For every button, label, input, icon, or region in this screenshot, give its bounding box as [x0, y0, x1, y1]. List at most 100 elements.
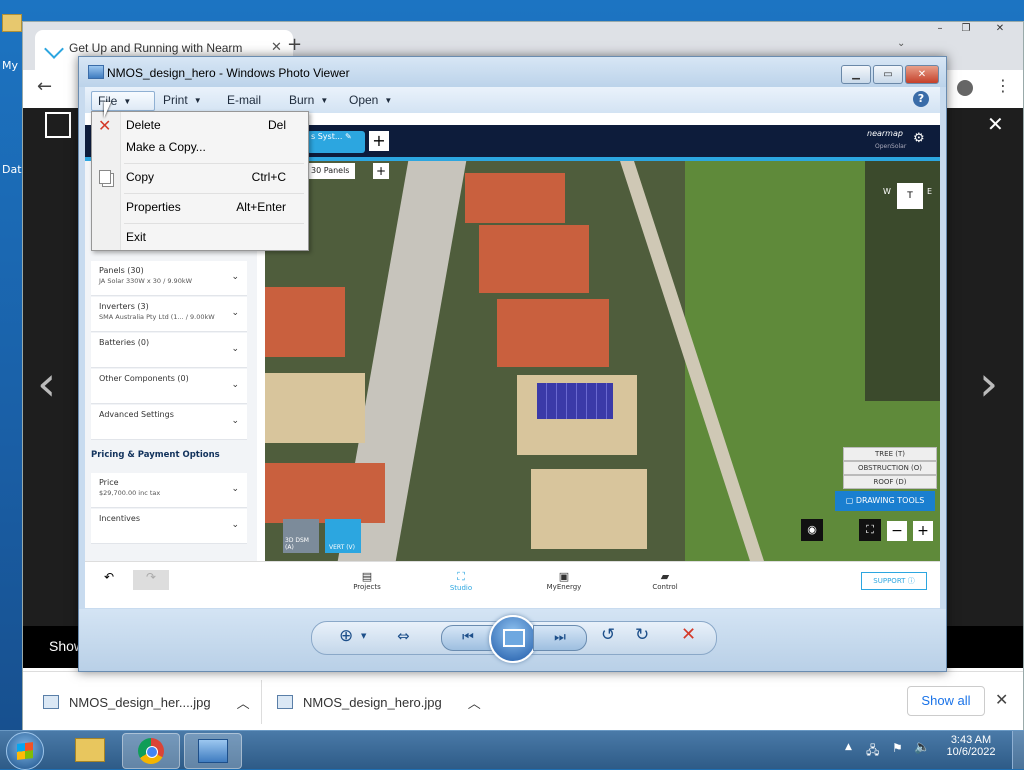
projects-icon: ▤ [361, 570, 373, 583]
view-3d-label: 3D DSM (A) [285, 537, 309, 551]
nav-myenergy[interactable]: ▣ MyEnergy [541, 570, 587, 591]
add-system-button[interactable]: + [369, 131, 389, 151]
clock[interactable]: 3:43 AM 10/6/2022 [936, 734, 1006, 758]
gear-icon[interactable]: ⚙ [913, 131, 925, 146]
delete-icon[interactable]: ✕ [681, 624, 696, 645]
open-menu[interactable]: Open ▼ [349, 91, 392, 109]
folder-icon [2, 14, 22, 32]
rotate-left-icon[interactable]: ↺ [601, 625, 615, 645]
close-button[interactable]: ✕ [905, 65, 939, 84]
help-icon[interactable]: ? [913, 91, 929, 107]
focus-icon[interactable]: ⛶ [859, 519, 881, 541]
sidebar-row-batteries[interactable]: Batteries (0) ⌄ [91, 333, 247, 368]
chevron-down-icon: ▼ [123, 96, 132, 106]
chevron-down-icon: ⌄ [231, 484, 239, 494]
nav-control[interactable]: ▰ Control [645, 570, 685, 591]
desktop-icon-fragment[interactable]: My [0, 10, 22, 80]
view-toggle-button[interactable]: T [897, 183, 923, 209]
network-icon[interactable]: 🖧 [866, 741, 879, 762]
download-item[interactable]: NMOS_design_her....jpg ︿ [43, 680, 250, 724]
chrome-close-button[interactable]: ✕ [985, 23, 1015, 37]
aerial-map[interactable]: 30 Panels + T W E TREE (T) OBSTRUCTION (… [265, 161, 940, 561]
previous-button[interactable]: ⏮ [441, 625, 495, 651]
windows-logo-icon [17, 742, 33, 760]
chrome-minimize-button[interactable]: – [929, 23, 951, 37]
camera-icon[interactable]: ◉ [801, 519, 823, 541]
taskbar-explorer[interactable] [62, 733, 118, 767]
drawing-tools-button[interactable]: ▢ DRAWING TOOLS [835, 491, 935, 511]
show-all-button[interactable]: Show all [907, 686, 985, 716]
project-tab[interactable]: s Syst... ✎ [307, 131, 365, 153]
email-button[interactable]: E-mail [227, 91, 261, 109]
clock-time: 3:43 AM [950, 734, 992, 746]
burn-menu[interactable]: Burn ▼ [289, 91, 328, 109]
opensolar-logo: OpenSolar [875, 143, 907, 150]
redo-button[interactable]: ↷ [133, 570, 169, 590]
file-dropdown-menu: ✕ Delete Del Make a Copy... Copy Ctrl+C … [91, 111, 309, 251]
maximize-button[interactable]: ▭ [873, 65, 903, 84]
drawing-tools-icon: ▢ [845, 496, 854, 505]
menu-separator [124, 193, 304, 194]
sidebar-row-price[interactable]: Price $29,700.00 inc tax ⌄ [91, 473, 247, 508]
undo-button[interactable]: ↶ [91, 570, 127, 590]
menu-item-label: Exit [126, 230, 147, 244]
chevron-down-icon[interactable]: ▼ [361, 632, 366, 640]
sidebar-row-other-components[interactable]: Other Components (0) ⌄ [91, 369, 247, 404]
tab-search-icon[interactable]: ⌄ [897, 38, 905, 49]
desktop-icon-fragment-2[interactable]: Dat [0, 140, 22, 180]
action-center-icon[interactable]: ⚑ [892, 741, 903, 755]
chrome-maximize-button[interactable]: ❐ [955, 23, 977, 37]
roof-tool-button[interactable]: ROOF (D) [843, 475, 937, 489]
nav-projects[interactable]: ▤ Projects [347, 570, 387, 591]
menu-item-exit[interactable]: Exit [126, 230, 300, 250]
profile-icon[interactable] [957, 80, 973, 96]
taskbar-photo-viewer[interactable] [184, 733, 242, 769]
row-title: Inverters (3) [99, 302, 149, 311]
menu-item-make-copy[interactable]: Make a Copy... [126, 140, 300, 160]
taskbar-chrome[interactable] [122, 733, 180, 769]
menu-item-properties[interactable]: Properties Alt+Enter [126, 200, 300, 220]
sidebar-row-inverters[interactable]: Inverters (3) SMA Australia Pty Ltd (1..… [91, 297, 247, 332]
tab-close-icon[interactable]: ✕ [271, 40, 282, 55]
new-tab-button[interactable]: + [287, 34, 302, 55]
studio-icon: ⛶ [457, 570, 465, 583]
chrome-menu-icon[interactable]: ⋮ [995, 76, 1011, 95]
zoom-in-button[interactable]: + [913, 521, 933, 541]
zoom-icon[interactable]: ⊕ [339, 626, 353, 646]
next-arrow-icon[interactable]: › [979, 356, 998, 412]
show-hidden-icons[interactable]: ▲ [845, 742, 852, 752]
downloads-close-icon[interactable]: ✕ [995, 690, 1008, 709]
chevron-up-icon[interactable]: ︿ [237, 693, 250, 712]
actual-size-icon[interactable]: ⇔ [397, 627, 410, 645]
zoom-out-button[interactable]: − [887, 521, 907, 541]
menu-item-delete[interactable]: Delete Del [126, 118, 300, 138]
compass-east: E [927, 187, 933, 196]
rotate-right-icon[interactable]: ↻ [635, 625, 649, 645]
show-desktop-button[interactable] [1012, 731, 1024, 769]
view-vert-thumb[interactable]: VERT (V) [325, 519, 361, 553]
download-item[interactable]: NMOS_design_hero.jpg ︿ [277, 680, 481, 724]
print-menu[interactable]: Print ▼ [163, 91, 202, 109]
sidebar-row-advanced-settings[interactable]: Advanced Settings ⌄ [91, 405, 247, 440]
next-button[interactable]: ⏭ [533, 625, 587, 651]
tree-tool-button[interactable]: TREE (T) [843, 447, 937, 461]
add-panel-button[interactable]: + [373, 163, 389, 179]
row-title: Batteries (0) [99, 338, 150, 347]
nav-studio[interactable]: ⛶ Studio [441, 570, 481, 592]
obstruction-tool-button[interactable]: OBSTRUCTION (O) [843, 461, 937, 475]
row-subtitle: JA Solar 330W x 30 / 9.90kW [99, 277, 193, 285]
start-button[interactable] [6, 732, 44, 770]
sidebar-row-incentives[interactable]: Incentives ⌄ [91, 509, 247, 544]
chevron-up-icon[interactable]: ︿ [468, 693, 481, 712]
support-button[interactable]: SUPPORT ⓘ [861, 572, 927, 590]
file-menu[interactable]: File ▼ [91, 91, 155, 111]
prev-arrow-icon[interactable]: ‹ [37, 356, 56, 412]
menu-item-label: Delete [126, 118, 161, 132]
lightbox-close-icon[interactable]: ✕ [987, 112, 1004, 136]
volume-icon[interactable]: 🔈 [914, 740, 930, 755]
menu-item-copy[interactable]: Copy Ctrl+C [126, 170, 300, 190]
minimize-button[interactable]: ▁ [841, 65, 871, 84]
view-3d-thumb[interactable]: 3D DSM (A) [283, 519, 319, 553]
sidebar-row-panels[interactable]: Panels (30) JA Solar 330W x 30 / 9.90kW … [91, 261, 247, 296]
back-arrow-icon[interactable]: ← [37, 76, 52, 97]
